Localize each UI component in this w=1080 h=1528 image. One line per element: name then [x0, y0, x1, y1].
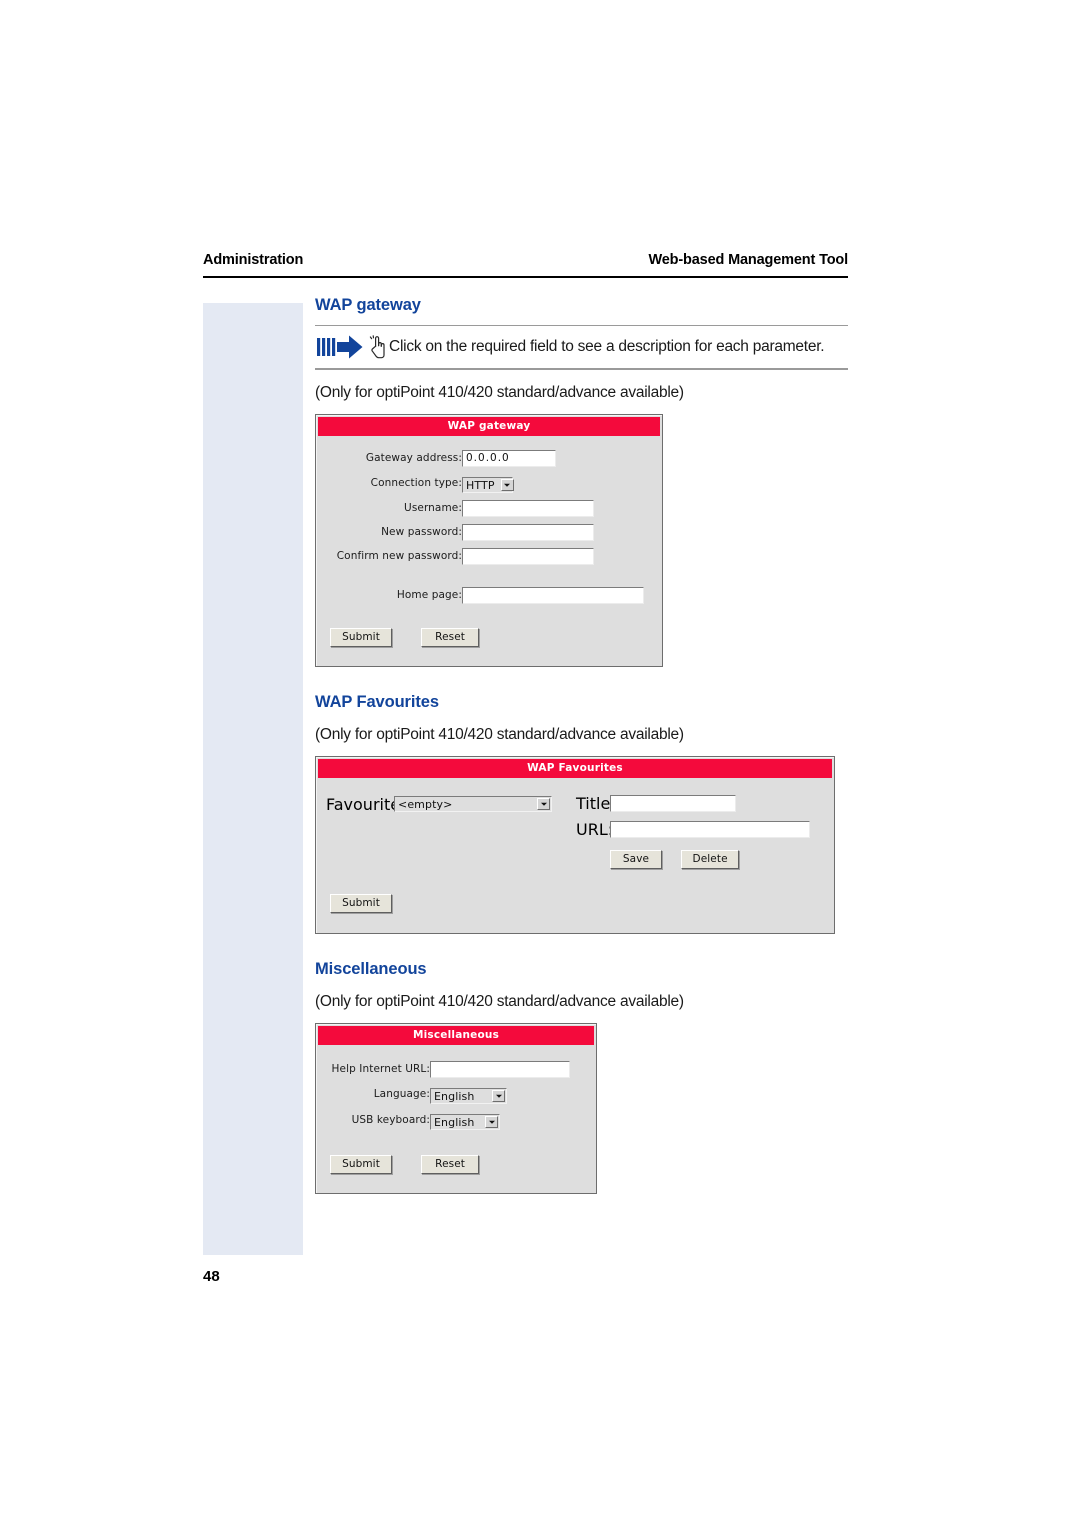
select-language-value: English	[434, 1089, 475, 1103]
button-row-wap-favourites: Submit	[326, 891, 824, 913]
form-row-url: URL:	[576, 820, 810, 839]
form-wap-favourites: Favourites: <empty> Title: URL: Save Del…	[326, 794, 824, 869]
right-arrow-icon	[317, 335, 363, 359]
margin-band	[203, 303, 303, 1255]
label-new-password: New password:	[381, 526, 462, 539]
submit-button-miscellaneous[interactable]: Submit	[330, 1154, 392, 1174]
section-heading-miscellaneous: Miscellaneous	[315, 959, 427, 978]
input-help-internet-url[interactable]	[430, 1060, 570, 1078]
tip-callout: Click on the required field to see a des…	[315, 326, 848, 368]
save-button-wap-favourites[interactable]: Save	[610, 849, 662, 869]
submit-button-wap-favourites[interactable]: Submit	[330, 893, 392, 913]
running-head-right: Web-based Management Tool	[648, 252, 848, 268]
running-head: Administration Web-based Management Tool	[203, 252, 848, 268]
panel-title-wap-favourites: WAP Favourites	[318, 758, 832, 778]
input-url[interactable]	[610, 820, 810, 838]
input-home-page[interactable]	[462, 586, 644, 604]
reset-button-wap-gateway[interactable]: Reset	[421, 627, 480, 647]
input-username[interactable]	[462, 499, 594, 517]
document-page: Administration Web-based Management Tool…	[0, 0, 1080, 1528]
label-favourites: Favourites:	[326, 794, 414, 814]
form-row-help-internet-url: Help Internet URL:	[326, 1060, 570, 1078]
input-confirm-new-password[interactable]	[462, 547, 594, 565]
label-url: URL:	[576, 819, 614, 839]
form-row-usb-keyboard: USB keyboard: English	[326, 1111, 570, 1130]
form-row-new-password: New password:	[326, 523, 644, 541]
form-row-language: Language: English	[326, 1085, 570, 1104]
label-help-internet-url: Help Internet URL:	[331, 1063, 430, 1076]
note-wap-favourites: (Only for optiPoint 410/420 standard/adv…	[315, 725, 684, 743]
input-gateway-address[interactable]: 0.0.0.0	[462, 449, 556, 467]
input-title[interactable]	[610, 794, 736, 812]
panel-wap-favourites: WAP Favourites Favourites: <empty> Title…	[315, 755, 835, 934]
label-title: Title:	[576, 793, 616, 813]
chevron-down-icon[interactable]	[537, 798, 550, 811]
select-favourites[interactable]: <empty>	[394, 796, 552, 813]
label-gateway-address: Gateway address:	[365, 452, 462, 465]
form-row-confirm-new-password: Confirm new password:	[326, 547, 644, 565]
select-connection-type-value: HTTP	[466, 478, 495, 492]
input-new-password[interactable]	[462, 523, 594, 541]
favourites-detail-group: Title: URL: Save Delete	[576, 794, 810, 869]
label-confirm-new-password: Confirm new password:	[336, 550, 462, 563]
select-usb-keyboard-value: English	[434, 1115, 475, 1129]
button-row-miscellaneous: Submit Reset	[326, 1152, 586, 1174]
form-row-home-page: Home page:	[326, 586, 644, 604]
form-row-gateway-address: Gateway address: 0.0.0.0	[326, 449, 644, 467]
page-number: 48	[203, 1268, 220, 1285]
panel-title-wap-gateway: WAP gateway	[318, 416, 660, 436]
form-row-connection-type: Connection type: HTTP	[326, 474, 644, 493]
note-wap-gateway: (Only for optiPoint 410/420 standard/adv…	[315, 383, 684, 401]
panel-wap-gateway: WAP gateway Gateway address: 0.0.0.0 Con…	[315, 413, 663, 667]
label-language: Language:	[373, 1088, 430, 1101]
panel-miscellaneous: Miscellaneous Help Internet URL: Languag…	[315, 1022, 597, 1194]
button-row-favourites-detail: Save Delete	[610, 847, 810, 869]
select-usb-keyboard[interactable]: English	[430, 1113, 500, 1130]
select-language[interactable]: English	[430, 1087, 507, 1104]
form-row-favourites: Favourites: <empty>	[326, 794, 552, 814]
select-favourites-value: <empty>	[398, 798, 453, 812]
label-usb-keyboard: USB keyboard:	[351, 1114, 430, 1127]
note-miscellaneous: (Only for optiPoint 410/420 standard/adv…	[315, 992, 684, 1010]
submit-button-wap-gateway[interactable]: Submit	[330, 627, 392, 647]
reset-button-miscellaneous[interactable]: Reset	[421, 1154, 480, 1174]
tip-text: Click on the required field to see a des…	[389, 338, 825, 356]
button-row-wap-gateway: Submit Reset	[326, 625, 652, 647]
section-heading-wap-gateway: WAP gateway	[315, 296, 421, 314]
form-row-username: Username:	[326, 499, 644, 517]
select-connection-type[interactable]: HTTP	[462, 476, 514, 493]
content-column: WAP gateway Click on the required field …	[315, 296, 855, 1194]
form-row-title: Title:	[576, 794, 810, 813]
panel-title-miscellaneous: Miscellaneous	[318, 1025, 594, 1045]
label-connection-type: Connection type:	[370, 477, 462, 490]
chevron-down-icon[interactable]	[500, 478, 514, 491]
running-head-left: Administration	[203, 252, 304, 268]
form-miscellaneous: Help Internet URL: Language: English USB…	[326, 1060, 570, 1130]
running-head-rule	[203, 276, 848, 278]
label-username: Username:	[404, 502, 462, 515]
form-wap-gateway: Gateway address: 0.0.0.0 Connection type…	[326, 449, 644, 604]
chevron-down-icon[interactable]	[485, 1115, 498, 1128]
delete-button-wap-favourites[interactable]: Delete	[681, 849, 740, 869]
pointing-hand-icon	[369, 335, 385, 359]
label-home-page: Home page:	[396, 589, 462, 602]
section-heading-wap-favourites: WAP Favourites	[315, 692, 439, 711]
chevron-down-icon[interactable]	[492, 1089, 505, 1102]
